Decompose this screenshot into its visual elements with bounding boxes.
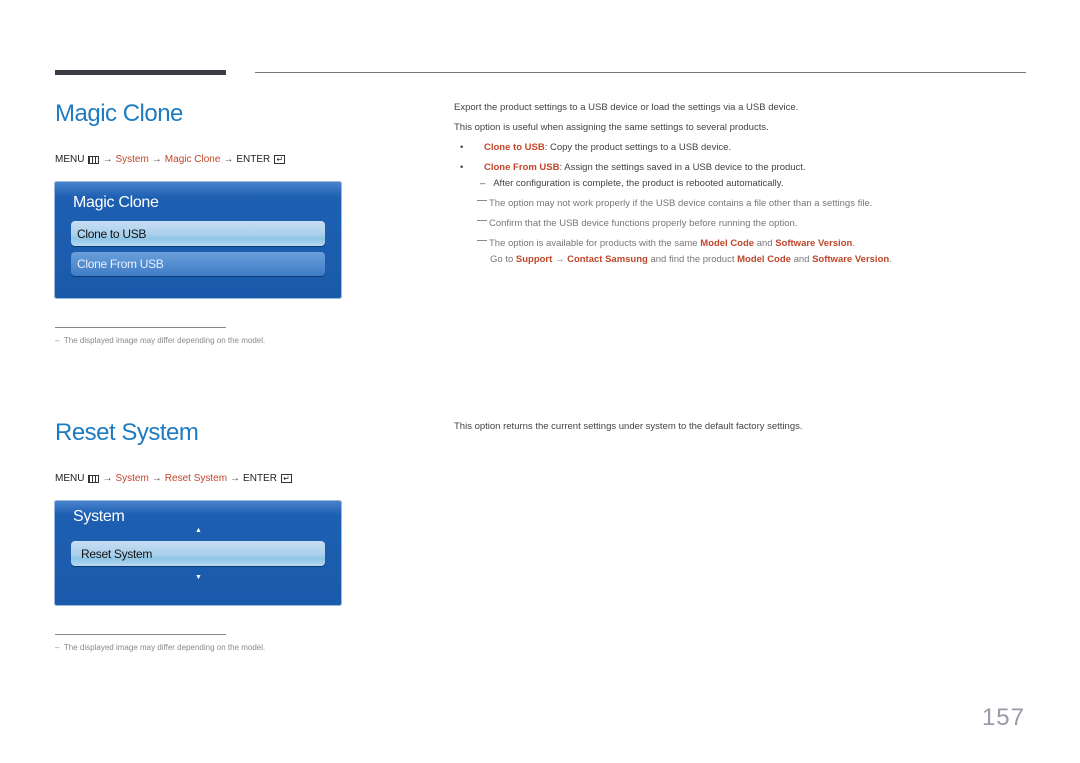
bullet-text: : Assign the settings saved in a USB dev… (559, 162, 806, 173)
bullet-clone-to-usb: • Clone to USB: Copy the product settings… (460, 142, 731, 153)
term-clone-to-usb: Clone to USB (484, 142, 545, 153)
menu-icon (88, 155, 100, 164)
note-text: and (754, 238, 776, 249)
note-text: . (889, 254, 892, 265)
note-icon (477, 200, 487, 201)
menu-path-step-system: System (115, 154, 149, 165)
term-software-version: Software Version (812, 254, 890, 265)
note-icon (477, 240, 487, 241)
osd-item-label: Reset System (81, 546, 153, 561)
osd-item-clone-from-usb[interactable]: Clone From USB (71, 252, 325, 276)
footnote-rule (55, 327, 226, 328)
note-text: The option is available for products wit… (489, 238, 701, 249)
menu-path-magic-clone: MENU → System → Magic Clone → ENTER ↵ (55, 154, 286, 165)
arrow-icon: → (102, 473, 113, 484)
bullet-text: : Copy the product settings to a USB dev… (544, 142, 732, 153)
note-text: and (790, 254, 813, 265)
footnote-reset-system: – The displayed image may differ dependi… (55, 643, 265, 652)
note-text: The option may not work properly if the … (489, 198, 873, 209)
note-support-path: Go to Support → Contact Samsung and find… (490, 254, 892, 265)
enter-icon: ↵ (274, 155, 286, 164)
note-text: Go to (490, 254, 516, 265)
note-text: and find the product (647, 254, 738, 265)
term-model-code: Model Code (737, 254, 791, 265)
note-model-code: The option is available for products wit… (477, 238, 855, 249)
osd-item-reset-system[interactable]: Reset System (71, 541, 325, 566)
enter-label: ENTER (243, 473, 277, 484)
description-line-1: Export the product settings to a USB dev… (454, 102, 799, 113)
menu-label: MENU (55, 154, 85, 165)
term-contact-samsung: Contact Samsung (567, 254, 648, 265)
header-rule-thin (255, 72, 1026, 73)
dash-icon: – (480, 178, 486, 189)
term-software-version: Software Version (775, 238, 853, 249)
menu-path-reset-system: MENU → System → Reset System → ENTER ↵ (55, 473, 292, 484)
term-clone-from-usb: Clone From USB (484, 162, 560, 173)
osd-panel-system: System ▲ Reset System ▼ (54, 500, 342, 606)
note-confirm-usb: Confirm that the USB device functions pr… (477, 218, 797, 229)
scroll-down-icon[interactable]: ▼ (195, 574, 202, 581)
osd-title: Magic Clone (73, 194, 159, 211)
page-number: 157 (981, 704, 1025, 731)
footnote-magic-clone: – The displayed image may differ dependi… (55, 336, 265, 345)
dash-icon: – (55, 643, 60, 652)
menu-path-step-system: System (115, 473, 149, 484)
note-icon (477, 220, 487, 221)
note-settings-file: The option may not work properly if the … (477, 198, 872, 209)
arrow-icon: → (552, 254, 568, 265)
osd-item-clone-to-usb[interactable]: Clone to USB (71, 221, 325, 246)
bullet-clone-from-usb: • Clone From USB: Assign the settings sav… (460, 162, 806, 173)
term-model-code: Model Code (700, 238, 755, 249)
menu-path-step-reset-system: Reset System (164, 473, 228, 484)
osd-title: System (73, 508, 125, 525)
footnote-text: The displayed image may differ depending… (63, 643, 266, 652)
osd-item-label: Clone From USB (77, 257, 164, 271)
sub-note-text: After configuration is complete, the pro… (493, 178, 784, 189)
header-rule-thick (55, 70, 226, 75)
dash-icon: – (55, 336, 60, 345)
note-text: . (852, 238, 855, 249)
menu-path-step-magic-clone: Magic Clone (164, 154, 221, 165)
sub-note-reboot: – After configuration is complete, the p… (480, 178, 783, 189)
enter-label: ENTER (236, 154, 271, 165)
bullet-icon: • (460, 142, 464, 153)
enter-icon: ↵ (280, 474, 292, 483)
osd-panel-magic-clone: Magic Clone Clone to USB Clone From USB (54, 181, 342, 299)
description-line-2: This option is useful when assigning the… (454, 122, 769, 133)
footnote-text: The displayed image may differ depending… (63, 336, 266, 345)
arrow-icon: → (223, 154, 234, 165)
bullet-icon: • (460, 162, 464, 173)
arrow-icon: → (102, 154, 113, 165)
term-support: Support (515, 254, 553, 265)
menu-label: MENU (55, 473, 85, 484)
section-title-magic-clone: Magic Clone (55, 100, 183, 127)
menu-icon (88, 474, 100, 483)
note-text: Confirm that the USB device functions pr… (489, 218, 798, 229)
osd-item-label: Clone to USB (77, 226, 147, 241)
description-reset-system: This option returns the current settings… (454, 421, 803, 432)
arrow-icon: → (230, 473, 241, 484)
section-title-reset-system: Reset System (55, 419, 199, 446)
footnote-rule (55, 634, 226, 635)
arrow-icon: → (151, 154, 162, 165)
arrow-icon: → (151, 473, 162, 484)
scroll-up-icon[interactable]: ▲ (195, 527, 202, 534)
